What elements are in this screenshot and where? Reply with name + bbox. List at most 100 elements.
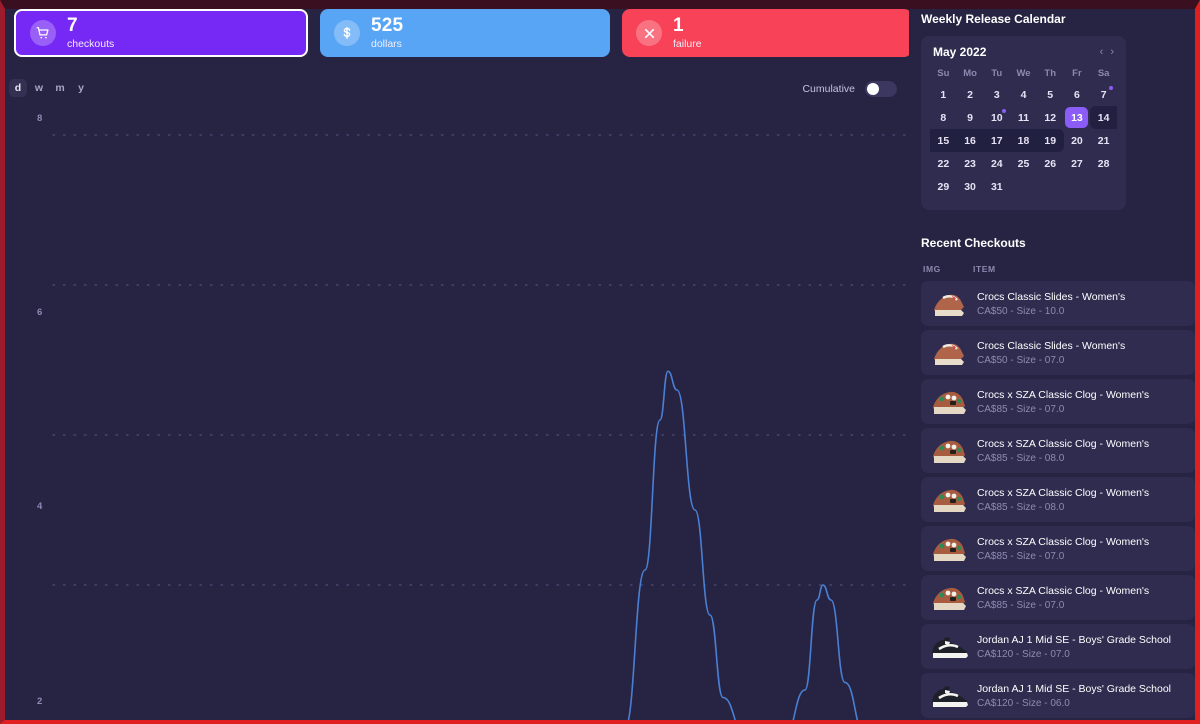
calendar-day-4[interactable]: 4	[1010, 83, 1037, 106]
calendar-day-number: 25	[1017, 157, 1030, 170]
checkout-row[interactable]: Crocs x SZA Classic Clog - Women's CA$85 …	[921, 575, 1195, 620]
calendar-day-19[interactable]: 19	[1036, 129, 1064, 152]
calendar-day-26[interactable]: 26	[1037, 152, 1064, 175]
checkout-row[interactable]: Crocs x SZA Classic Clog - Women's CA$85 …	[921, 477, 1195, 522]
checkout-thumbnail	[927, 579, 973, 617]
calendar-day-8[interactable]: 8	[930, 106, 957, 129]
stat-card-dollars[interactable]: 525 dollars	[320, 9, 610, 57]
checkout-info: Jordan AJ 1 Mid SE - Boys' Grade School C…	[973, 683, 1171, 709]
calendar-day-number: 29	[937, 180, 950, 193]
stat-card-checkouts[interactable]: 7 checkouts	[14, 9, 308, 57]
checkout-row[interactable]: Jordan AJ 1 Mid SE - Boys' Grade School C…	[921, 673, 1195, 718]
release-dot-icon	[1108, 86, 1113, 90]
checkout-row[interactable]: Crocs x SZA Classic Clog - Women's CA$85 …	[921, 428, 1195, 473]
granularity-month-button[interactable]: m	[51, 79, 69, 97]
checkout-thumbnail	[927, 530, 973, 568]
cumulative-toggle[interactable]	[865, 81, 897, 97]
calendar-day-2[interactable]: 2	[957, 83, 984, 106]
stat-card-failure[interactable]: 1 failure	[622, 9, 912, 57]
calendar-day-9[interactable]: 9	[957, 106, 984, 129]
dollar-icon	[334, 20, 360, 46]
calendar-day-6[interactable]: 6	[1064, 83, 1091, 106]
prev-month-icon[interactable]: ‹	[1100, 46, 1104, 58]
stat-card-text: 7 checkouts	[67, 16, 114, 50]
calendar-day-11[interactable]: 11	[1010, 106, 1037, 129]
calendar-day-15[interactable]: 15	[930, 129, 957, 152]
column-header-img: IMG	[923, 263, 941, 274]
checkout-row[interactable]: Jordan AJ 1 Mid SE - Boys' Grade School C…	[921, 624, 1195, 669]
calendar-day-number: 8	[940, 111, 947, 124]
calendar-day-number: 9	[967, 111, 973, 124]
calendar-day-23[interactable]: 23	[957, 152, 984, 175]
calendar-day-18[interactable]: 18	[1010, 129, 1037, 152]
calendar-day-number: 11	[1017, 111, 1030, 124]
checkouts-line-chart[interactable]: 8 6 4 2	[5, 104, 915, 720]
checkout-row[interactable]: Crocs Classic Slides - Women's CA$50 - Si…	[921, 281, 1195, 326]
checkout-info: Crocs x SZA Classic Clog - Women's CA$85 …	[973, 536, 1149, 562]
checkouts-table-header: IMG ITEM	[921, 260, 1195, 277]
calendar-day-22[interactable]: 22	[930, 152, 957, 175]
y-axis-tick-6: 6	[37, 307, 43, 318]
calendar-day-5[interactable]: 5	[1037, 83, 1064, 106]
granularity-day-button[interactable]: d	[9, 79, 27, 97]
calendar-day-12[interactable]: 12	[1037, 106, 1064, 129]
checkout-row[interactable]: Crocs x SZA Classic Clog - Women's CA$85 …	[921, 379, 1195, 424]
granularity-selector: d w m y	[9, 79, 90, 97]
calendar-weekday-th: Th	[1044, 68, 1056, 79]
calendar-day-30[interactable]: 30	[957, 175, 984, 198]
cumulative-toggle-group: Cumulative	[802, 81, 897, 97]
calendar-day-27[interactable]: 27	[1064, 152, 1091, 175]
checkout-row[interactable]: Crocs Classic Slides - Women's CA$50 - Si…	[921, 330, 1195, 375]
calendar-day-20[interactable]: 20	[1064, 129, 1091, 152]
checkout-item-details: CA$85 - Size - 07.0	[977, 403, 1065, 415]
close-x-icon	[636, 20, 662, 46]
checkout-row[interactable]: Crocs x SZA Classic Clog - Women's CA$85 …	[921, 526, 1195, 571]
calendar-day-number: 22	[937, 157, 950, 170]
calendar-day-number: 14	[1097, 111, 1110, 124]
calendar-day-10[interactable]: 10	[983, 106, 1010, 129]
calendar-day-24[interactable]: 24	[983, 152, 1010, 175]
calendar-day-29[interactable]: 29	[930, 175, 957, 198]
calendar-day-3[interactable]: 3	[983, 83, 1010, 106]
stat-label: dollars	[371, 37, 402, 50]
calendar-day-1[interactable]: 1	[930, 83, 957, 106]
croc-clog-image	[933, 587, 966, 610]
calendar-day-number: 19	[1044, 134, 1057, 147]
shopping-cart-icon	[30, 20, 56, 46]
checkout-item-name: Crocs x SZA Classic Clog - Women's	[977, 535, 1150, 548]
checkout-item-details: CA$85 - Size - 07.0	[977, 550, 1065, 562]
calendar-weekday-tu: Tu	[991, 68, 1003, 79]
calendar-day-16[interactable]: 16	[956, 129, 984, 152]
calendar-day-13[interactable]: 13	[1064, 106, 1091, 129]
toggle-knob	[867, 83, 879, 95]
calendar-day-7[interactable]: 7	[1090, 83, 1117, 106]
stat-card-text: 1 failure	[673, 16, 702, 50]
croc-slide-image	[934, 294, 964, 316]
next-month-icon[interactable]: ›	[1110, 46, 1114, 58]
chart-series-line	[627, 370, 915, 720]
calendar-day-number: 27	[1071, 157, 1083, 170]
calendar-day-14[interactable]: 14	[1090, 106, 1117, 129]
calendar-day-17[interactable]: 17	[983, 129, 1011, 152]
y-axis-tick-2: 2	[37, 696, 43, 707]
checkout-item-details: CA$120 - Size - 07.0	[977, 648, 1070, 660]
calendar-weekday-fr: Fr	[1072, 68, 1082, 79]
calendar-day-31[interactable]: 31	[983, 175, 1010, 198]
calendar-day-number: 21	[1097, 134, 1110, 147]
croc-clog-image	[933, 538, 966, 561]
checkout-thumbnail	[927, 677, 973, 715]
recent-checkouts-title: Recent Checkouts	[921, 236, 1026, 250]
granularity-week-button[interactable]: w	[30, 79, 48, 97]
granularity-year-button[interactable]: y	[72, 79, 90, 97]
calendar-day-21[interactable]: 21	[1090, 129, 1117, 152]
croc-clog-image	[933, 489, 966, 512]
checkout-item-details: CA$85 - Size - 08.0	[977, 452, 1065, 464]
stat-label: failure	[673, 37, 702, 50]
chart-canvas	[52, 134, 915, 720]
calendar-weekday-mo: Mo	[963, 68, 977, 79]
checkout-item-name: Crocs x SZA Classic Clog - Women's	[977, 437, 1150, 450]
checkout-info: Crocs x SZA Classic Clog - Women's CA$85 …	[973, 585, 1149, 611]
checkout-item-name: Crocs x SZA Classic Clog - Women's	[977, 486, 1150, 499]
calendar-day-28[interactable]: 28	[1090, 152, 1117, 175]
calendar-day-25[interactable]: 25	[1010, 152, 1037, 175]
